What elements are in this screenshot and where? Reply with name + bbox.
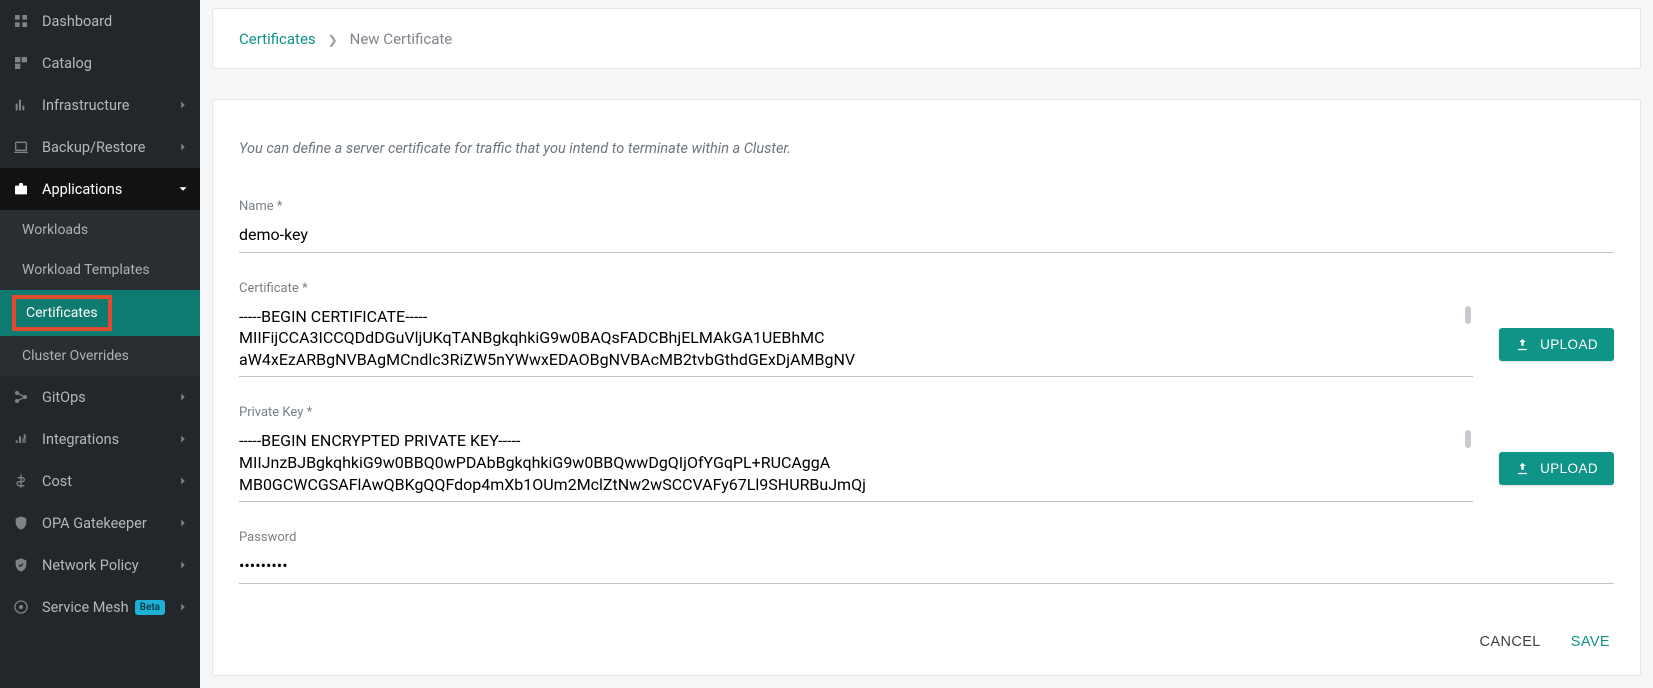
field-certificate: Certificate * -----BEGIN CERTIFICATE----… bbox=[239, 281, 1614, 378]
sidebar-item-network-policy[interactable]: Network Policy bbox=[0, 544, 200, 586]
sidebar-item-label: Dashboard bbox=[42, 13, 112, 30]
dashboard-icon bbox=[12, 12, 30, 30]
private-key-input[interactable]: -----BEGIN ENCRYPTED PRIVATE KEY----- MI… bbox=[239, 424, 1473, 502]
sidebar-item-label: Applications bbox=[42, 181, 122, 198]
shield-check-icon bbox=[12, 556, 30, 574]
upload-private-key-button[interactable]: UPLOAD bbox=[1499, 452, 1614, 485]
sidebar-sub-label: Cluster Overrides bbox=[22, 348, 129, 364]
sidebar-item-label: Integrations bbox=[42, 431, 119, 448]
chevron-right-icon bbox=[176, 516, 190, 530]
sidebar-item-integrations[interactable]: Integrations bbox=[0, 418, 200, 460]
beta-badge: Beta bbox=[135, 600, 165, 615]
shield-icon bbox=[12, 514, 30, 532]
chevron-right-icon bbox=[176, 390, 190, 404]
sidebar-item-dashboard[interactable]: Dashboard bbox=[0, 0, 200, 42]
chevron-right-icon bbox=[176, 98, 190, 112]
sidebar-item-service-mesh[interactable]: Service Mesh Beta bbox=[0, 586, 200, 628]
sidebar-item-backup-restore[interactable]: Backup/Restore bbox=[0, 126, 200, 168]
password-input[interactable]: ••••••••• bbox=[239, 549, 1614, 584]
sidebar-item-catalog[interactable]: Catalog bbox=[0, 42, 200, 84]
sidebar-sub-label: Workloads bbox=[22, 222, 88, 238]
sidebar-item-label: Catalog bbox=[42, 55, 92, 72]
name-label: Name * bbox=[239, 199, 1614, 214]
certificate-input[interactable]: -----BEGIN CERTIFICATE----- MIIFijCCA3IC… bbox=[239, 300, 1473, 378]
sidebar-item-opa-gatekeeper[interactable]: OPA Gatekeeper bbox=[0, 502, 200, 544]
form-panel: You can define a server certificate for … bbox=[212, 99, 1641, 676]
upload-icon bbox=[1515, 461, 1530, 476]
sidebar-sub-certificates[interactable]: Certificates bbox=[0, 290, 200, 336]
password-label: Password bbox=[239, 530, 1614, 545]
scrollbar-indicator[interactable] bbox=[1465, 430, 1471, 448]
upload-icon bbox=[1515, 337, 1530, 352]
sidebar-item-cost[interactable]: Cost bbox=[0, 460, 200, 502]
chevron-right-icon bbox=[176, 432, 190, 446]
gitops-icon bbox=[12, 388, 30, 406]
field-password: Password ••••••••• bbox=[239, 530, 1614, 584]
sidebar-sub-cluster-overrides[interactable]: Cluster Overrides bbox=[0, 336, 200, 376]
sidebar-item-label: OPA Gatekeeper bbox=[42, 515, 147, 532]
chevron-right-icon bbox=[176, 140, 190, 154]
sidebar-sub-label: Workload Templates bbox=[22, 262, 150, 278]
main-content: Certificates ❯ New Certificate You can d… bbox=[200, 0, 1653, 688]
infrastructure-icon bbox=[12, 96, 30, 114]
breadcrumb-root-link[interactable]: Certificates bbox=[239, 30, 316, 48]
chevron-down-icon bbox=[176, 182, 190, 196]
sidebar-item-applications[interactable]: Applications bbox=[0, 168, 200, 210]
chevron-right-icon bbox=[176, 474, 190, 488]
sidebar-sub-workload-templates[interactable]: Workload Templates bbox=[0, 250, 200, 290]
breadcrumb: Certificates ❯ New Certificate bbox=[212, 8, 1641, 69]
sidebar-item-label: Network Policy bbox=[42, 557, 139, 574]
certificate-label: Certificate * bbox=[239, 281, 1614, 296]
sidebar-item-label: Infrastructure bbox=[42, 97, 129, 114]
name-input[interactable] bbox=[239, 218, 1614, 253]
sidebar-item-gitops[interactable]: GitOps bbox=[0, 376, 200, 418]
catalog-icon bbox=[12, 54, 30, 72]
integrations-icon bbox=[12, 430, 30, 448]
sidebar-item-label: Backup/Restore bbox=[42, 139, 145, 156]
scrollbar-indicator[interactable] bbox=[1465, 306, 1471, 324]
applications-icon bbox=[12, 180, 30, 198]
chevron-right-icon bbox=[176, 600, 190, 614]
sidebar-sub-label: Certificates bbox=[12, 295, 112, 331]
sidebar-item-label: Service Mesh bbox=[42, 599, 129, 616]
upload-button-label: UPLOAD bbox=[1540, 461, 1598, 476]
field-private-key: Private Key * -----BEGIN ENCRYPTED PRIVA… bbox=[239, 405, 1614, 502]
chevron-right-icon bbox=[176, 558, 190, 572]
field-name: Name * bbox=[239, 199, 1614, 253]
upload-button-label: UPLOAD bbox=[1540, 337, 1598, 352]
sidebar-item-label: Cost bbox=[42, 473, 72, 490]
sidebar-sub-workloads[interactable]: Workloads bbox=[0, 210, 200, 250]
chevron-right-icon: ❯ bbox=[328, 33, 338, 47]
form-actions: CANCEL SAVE bbox=[239, 612, 1614, 658]
cost-icon bbox=[12, 472, 30, 490]
service-mesh-icon bbox=[12, 598, 30, 616]
sidebar-item-label: GitOps bbox=[42, 389, 86, 406]
save-button[interactable]: SAVE bbox=[1567, 626, 1614, 658]
helper-text: You can define a server certificate for … bbox=[239, 140, 1614, 157]
breadcrumb-current: New Certificate bbox=[350, 30, 453, 48]
private-key-label: Private Key * bbox=[239, 405, 1614, 420]
upload-certificate-button[interactable]: UPLOAD bbox=[1499, 328, 1614, 361]
sidebar-item-infrastructure[interactable]: Infrastructure bbox=[0, 84, 200, 126]
backup-icon bbox=[12, 138, 30, 156]
sidebar: Dashboard Catalog Infrastructure Backup/… bbox=[0, 0, 200, 688]
cancel-button[interactable]: CANCEL bbox=[1476, 626, 1545, 658]
